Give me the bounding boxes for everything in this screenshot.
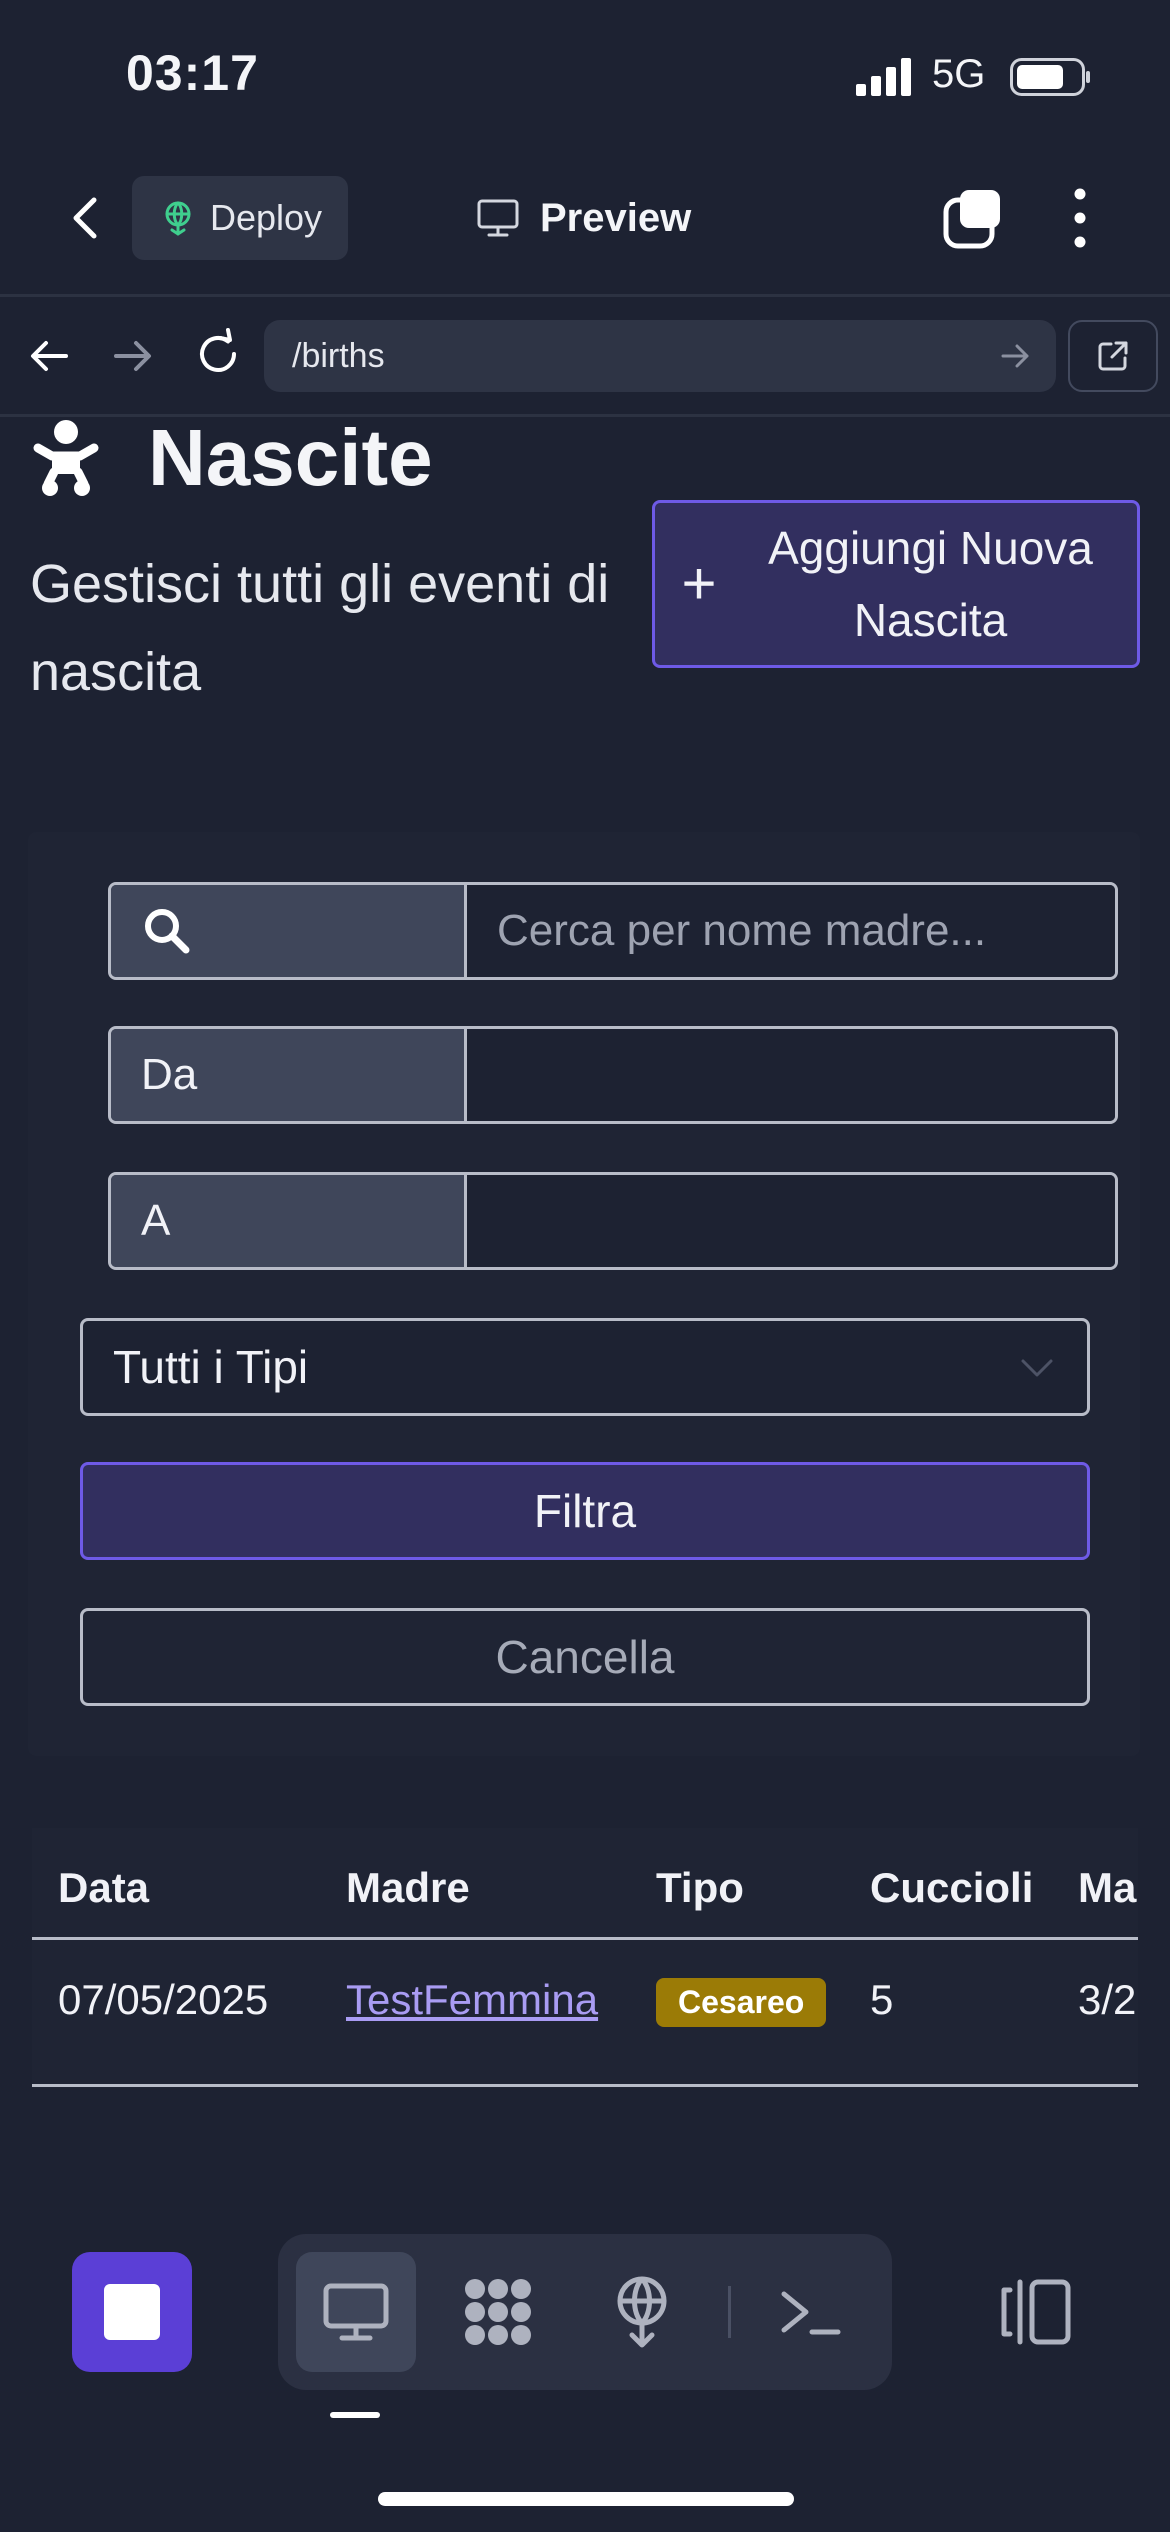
- terminal-tool-button[interactable]: [750, 2252, 870, 2372]
- type-badge: Cesareo: [656, 1978, 827, 2027]
- external-link-icon: [1098, 341, 1128, 371]
- tool-separator: [728, 2286, 731, 2338]
- date-from-label: Da: [111, 1029, 467, 1121]
- arrow-right-icon[interactable]: [106, 330, 158, 382]
- date-from-input[interactable]: [467, 1029, 1115, 1121]
- signal-icon: [856, 58, 911, 96]
- deploy-label: Deploy: [210, 197, 323, 238]
- deploy-icon: [165, 201, 191, 236]
- page-title: Nascite: [148, 413, 433, 502]
- battery-icon: [1010, 58, 1090, 96]
- add-birth-label: Aggiungi Nuova Nascita: [768, 522, 1093, 646]
- column-header-puppies: Cuccioli: [870, 1864, 1034, 1911]
- mother-link[interactable]: TestFemmina: [346, 1976, 598, 2024]
- monitor-icon: [477, 199, 519, 237]
- page-subtitle: Gestisci tutti gli eventi di nascita: [30, 554, 610, 702]
- filter-button[interactable]: Filtra: [80, 1462, 1090, 1560]
- column-header-truncated: Ma: [1078, 1864, 1137, 1911]
- preview-tab[interactable]: Preview: [476, 190, 691, 246]
- chevron-down-icon: [1021, 1359, 1053, 1377]
- status-time: 03:17: [126, 45, 259, 101]
- arrow-left-icon[interactable]: [24, 330, 76, 382]
- cancel-button[interactable]: Cancella: [80, 1608, 1090, 1706]
- preview-tool-button[interactable]: [296, 2252, 416, 2372]
- search-icon: [145, 909, 190, 954]
- date-to-label: A: [111, 1175, 467, 1267]
- preview-label: Preview: [540, 195, 692, 240]
- column-header-type: Tipo: [656, 1864, 744, 1911]
- type-select[interactable]: Tutti i Tipi: [80, 1318, 1090, 1416]
- row-divider: [32, 2084, 1138, 2087]
- date-to-group: A: [108, 1172, 1118, 1270]
- home-indicator: [378, 2492, 794, 2506]
- date-to-input[interactable]: [467, 1175, 1115, 1267]
- cell-puppies: 5: [870, 1976, 894, 2023]
- cell-truncated: 3/2: [1078, 1976, 1137, 2023]
- active-tab-indicator: [330, 2412, 380, 2418]
- baby-icon: [33, 420, 99, 496]
- search-input[interactable]: Cerca per nome madre...: [467, 885, 1115, 977]
- search-addon: [111, 885, 467, 977]
- url-field[interactable]: /births: [264, 320, 1056, 392]
- url-text: /births: [292, 336, 385, 375]
- packages-tool-button[interactable]: [438, 2252, 558, 2372]
- open-external-button[interactable]: [1068, 320, 1158, 392]
- births-table: Data Madre Tipo Cuccioli Ma 07/05/2025 T…: [32, 1828, 1138, 2088]
- tool-switcher: [278, 2234, 892, 2390]
- monitor-icon: [323, 2283, 389, 2341]
- deploy-button[interactable]: Deploy: [132, 176, 348, 260]
- date-from-group: Da: [108, 1026, 1118, 1124]
- column-header-date: Data: [58, 1864, 150, 1911]
- deploy-tool-button[interactable]: [582, 2252, 702, 2372]
- packages-icon: [465, 2279, 531, 2345]
- terminal-icon: [781, 2291, 841, 2335]
- type-select-value: Tutti i Tipi: [113, 1341, 309, 1393]
- reload-icon[interactable]: [190, 326, 246, 382]
- go-arrow-icon[interactable]: [998, 339, 1032, 373]
- deploy-icon: [617, 2276, 667, 2348]
- add-birth-button[interactable]: + Aggiungi Nuova Nascita: [652, 500, 1140, 668]
- stop-icon: [104, 2284, 160, 2340]
- search-group: Cerca per nome madre...: [108, 882, 1118, 980]
- panels-icon[interactable]: [996, 2272, 1076, 2352]
- table-header: Data Madre Tipo Cuccioli Ma: [32, 1828, 1138, 1940]
- column-header-mother: Madre: [346, 1864, 470, 1911]
- plus-icon: +: [681, 550, 717, 617]
- network-label: 5G: [932, 52, 986, 96]
- more-vertical-icon[interactable]: [1062, 184, 1098, 252]
- divider: [0, 294, 1170, 297]
- cell-date: 07/05/2025: [58, 1976, 269, 2023]
- stop-button[interactable]: [72, 2252, 192, 2372]
- tabs-icon[interactable]: [940, 186, 1006, 252]
- chevron-left-icon[interactable]: [58, 190, 114, 246]
